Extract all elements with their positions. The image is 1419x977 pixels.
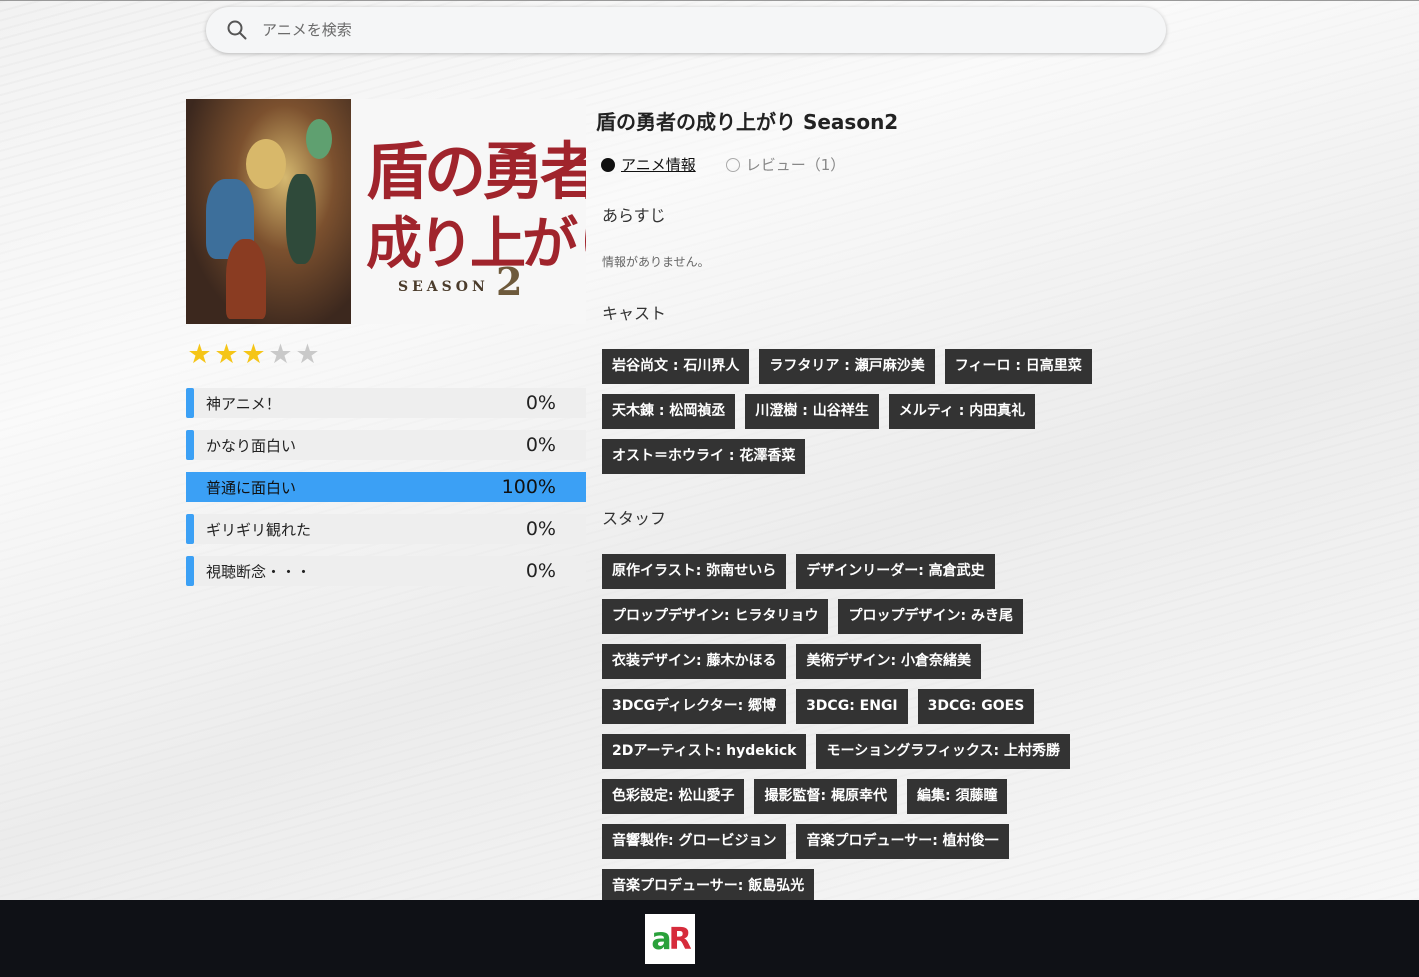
staff-chip[interactable]: 撮影監督: 梶原幸代 <box>754 779 897 814</box>
rating-label: 神アニメ！ <box>206 394 281 413</box>
search-input[interactable] <box>262 21 1122 39</box>
radio-icon <box>725 157 740 172</box>
cast-chip[interactable]: 岩谷尚文 : 石川界人 <box>602 349 750 384</box>
staff-heading: スタッフ <box>602 509 667 528</box>
star-icon: ★ <box>214 339 239 370</box>
staff-chip[interactable]: モーショングラフィックス: 上村秀勝 <box>816 734 1070 769</box>
footer: aR <box>0 900 1419 977</box>
rating-row[interactable]: かなり面白い 0% <box>186 430 586 460</box>
rating-percent: 100% <box>501 476 556 498</box>
star-rating: ★ ★ ★ ★ ★ <box>186 340 321 370</box>
staff-list: 原作イラスト: 弥南せいら デザインリーダー: 高倉武史プロップデザイン: ヒラタ… <box>602 554 1182 914</box>
detail-tabs: アニメ情報 レビュー（1） <box>601 154 875 175</box>
tab-label: レビュー（1） <box>745 156 846 174</box>
staff-chip[interactable]: プロップデザイン: みき尾 <box>838 599 1023 634</box>
cast-chip[interactable]: フィーロ : 日高里菜 <box>944 349 1092 384</box>
search-icon[interactable] <box>226 19 248 41</box>
radio-icon <box>601 157 615 172</box>
staff-chip[interactable]: 色彩設定: 松山愛子 <box>602 779 745 814</box>
rating-row[interactable]: ギリギリ観れた 0% <box>186 514 586 544</box>
footer-logo[interactable]: aR <box>645 914 695 964</box>
staff-chip[interactable]: 編集: 須藤瞳 <box>906 779 1008 814</box>
cast-heading: キャスト <box>602 304 667 323</box>
staff-chip[interactable]: プロップデザイン: ヒラタリョウ <box>602 599 829 634</box>
cast-chip[interactable]: メルティ : 内田真礼 <box>888 394 1036 429</box>
rating-label: 視聴断念・・・ <box>206 562 312 581</box>
poster-logo: 盾の勇者の 成り上がり SEASON 2 <box>366 135 586 304</box>
rating-accent <box>186 430 194 460</box>
rating-breakdown: 神アニメ！ 0% かなり面白い 0% 普通に面白い 100% ギリギリ観れた 0% 視聴断念・・… <box>186 388 586 598</box>
rating-accent <box>186 472 194 502</box>
staff-chip[interactable]: 原作イラスト: 弥南せいら <box>602 554 787 589</box>
staff-chip[interactable]: 美術デザイン: 小倉奈緒美 <box>796 644 981 679</box>
rating-percent: 0% <box>525 392 556 414</box>
tab-label: アニメ情報 <box>621 156 696 174</box>
synopsis-heading: あらすじ <box>602 206 666 225</box>
staff-chip[interactable]: デザインリーダー: 高倉武史 <box>796 554 995 589</box>
rating-label: 普通に面白い <box>206 478 297 497</box>
staff-chip[interactable]: 音楽プロデューサー: 植村俊一 <box>796 824 1009 859</box>
tab-anime-info[interactable]: アニメ情報 <box>601 154 696 175</box>
rating-percent: 0% <box>525 560 556 582</box>
anime-poster: 盾の勇者の 成り上がり SEASON 2 <box>186 99 586 324</box>
staff-chip[interactable]: 3DCG: ENGI <box>796 689 908 724</box>
cast-list: 岩谷尚文 : 石川界人 ラフタリア : 瀬戸麻沙美 フィーロ : 日高里菜天木錬 :… <box>602 349 1202 484</box>
staff-chip[interactable]: 音楽プロデューサー: 飯島弘光 <box>602 869 815 904</box>
poster-artwork <box>186 99 351 324</box>
star-icon: ★ <box>268 339 293 370</box>
staff-chip[interactable]: 3DCGディレクター: 郷博 <box>602 689 787 724</box>
staff-chip[interactable]: 衣装デザイン: 藤木かほる <box>602 644 787 679</box>
star-icon: ★ <box>295 339 320 370</box>
cast-chip[interactable]: ラフタリア : 瀬戸麻沙美 <box>759 349 935 384</box>
star-icon: ★ <box>241 339 266 370</box>
staff-chip[interactable]: 音響製作: グロービジョン <box>602 824 787 859</box>
anime-title: 盾の勇者の成り上がり Season2 <box>596 110 899 134</box>
staff-chip[interactable]: 3DCG: GOES <box>917 689 1035 724</box>
rating-percent: 0% <box>525 434 556 456</box>
rating-row[interactable]: 視聴断念・・・ 0% <box>186 556 586 586</box>
staff-chip[interactable]: 2Dアーティスト: hydekick <box>602 734 807 769</box>
cast-chip[interactable]: 川澄樹 : 山谷祥生 <box>745 394 879 429</box>
cast-chip[interactable]: 天木錬 : 松岡禎丞 <box>602 394 736 429</box>
rating-label: かなり面白い <box>206 436 297 455</box>
rating-accent <box>186 556 194 586</box>
star-icon: ★ <box>187 339 212 370</box>
rating-accent <box>186 388 194 418</box>
tab-reviews[interactable]: レビュー（1） <box>725 154 846 175</box>
cast-chip[interactable]: オスト＝ホウライ : 花澤香菜 <box>602 439 806 474</box>
rating-label: ギリギリ観れた <box>206 520 312 539</box>
search-bar[interactable] <box>206 7 1166 53</box>
rating-row[interactable]: 神アニメ！ 0% <box>186 388 586 418</box>
rating-percent: 0% <box>525 518 556 540</box>
rating-row[interactable]: 普通に面白い 100% <box>186 472 586 502</box>
synopsis-text: 情報がありません。 <box>602 255 710 269</box>
rating-accent <box>186 514 194 544</box>
